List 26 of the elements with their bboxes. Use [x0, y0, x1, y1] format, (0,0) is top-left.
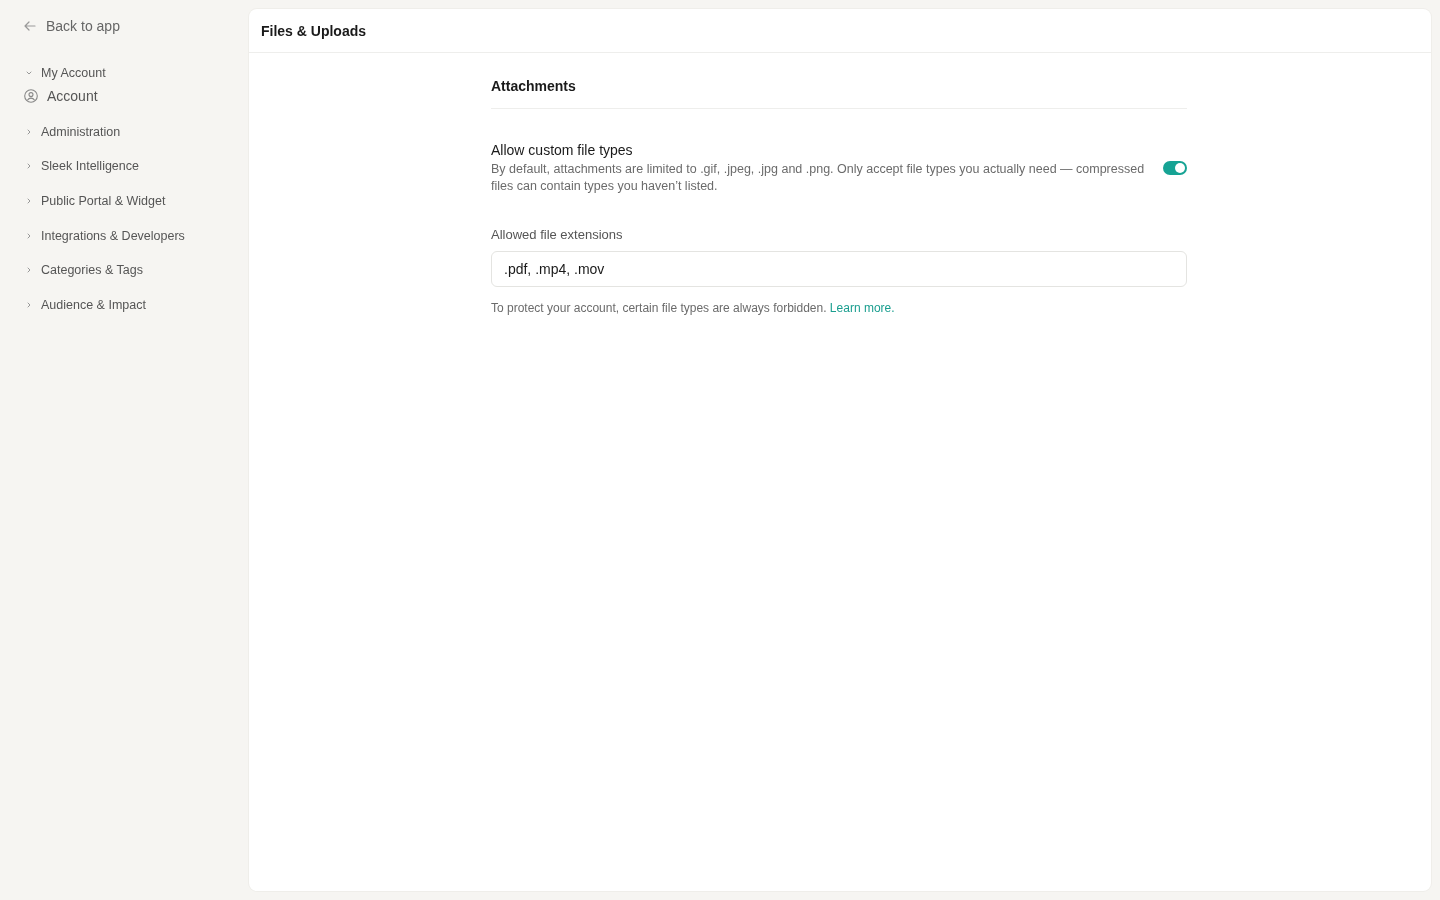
sidebar-group[interactable]: Audience & Impact	[24, 296, 146, 315]
setting-description: By default, attachments are limited to .gif, .jpeg, .jpg and .png. Only accept file types you actually need — compressed files can contain types you haven’t listed.	[491, 161, 1146, 195]
chevron-down-icon	[26, 70, 32, 76]
chevron-right-icon	[26, 163, 32, 170]
toggle-switch[interactable]	[1163, 161, 1187, 175]
chevron-right-icon	[26, 267, 32, 274]
sidebar-group[interactable]: Public Portal & Widget	[24, 192, 166, 211]
chevron-right-icon	[26, 232, 32, 239]
chevron-right-icon	[26, 302, 32, 309]
setting-label: Allow custom file types	[491, 141, 634, 159]
input-field[interactable]: .pdf, .mp4, .mov	[491, 251, 1187, 287]
section-title: Attachments	[491, 78, 1187, 109]
help-text: To protect your account, certain file types are always forbidden. Learn more.	[491, 300, 896, 316]
field-label: Allowed file extensions	[491, 227, 624, 243]
sidebar-group[interactable]: Administration	[24, 122, 121, 141]
sidebar-group[interactable]: Categories & Tags	[24, 261, 143, 280]
page-title: Files & Uploads	[261, 22, 367, 39]
chevron-right-icon	[26, 198, 32, 205]
sidebar-group[interactable]: My Account	[24, 64, 106, 82]
sidebar-group[interactable]: Sleek Intelligence	[24, 157, 139, 176]
back-link[interactable]: Back to app	[24, 15, 120, 37]
sidebar-item[interactable]: Account	[24, 84, 98, 107]
arrow-left-icon	[24, 21, 36, 31]
sidebar-group[interactable]: Integrations & Developers	[24, 226, 185, 245]
chevron-right-icon	[26, 128, 32, 135]
user-circle-icon	[24, 88, 38, 103]
